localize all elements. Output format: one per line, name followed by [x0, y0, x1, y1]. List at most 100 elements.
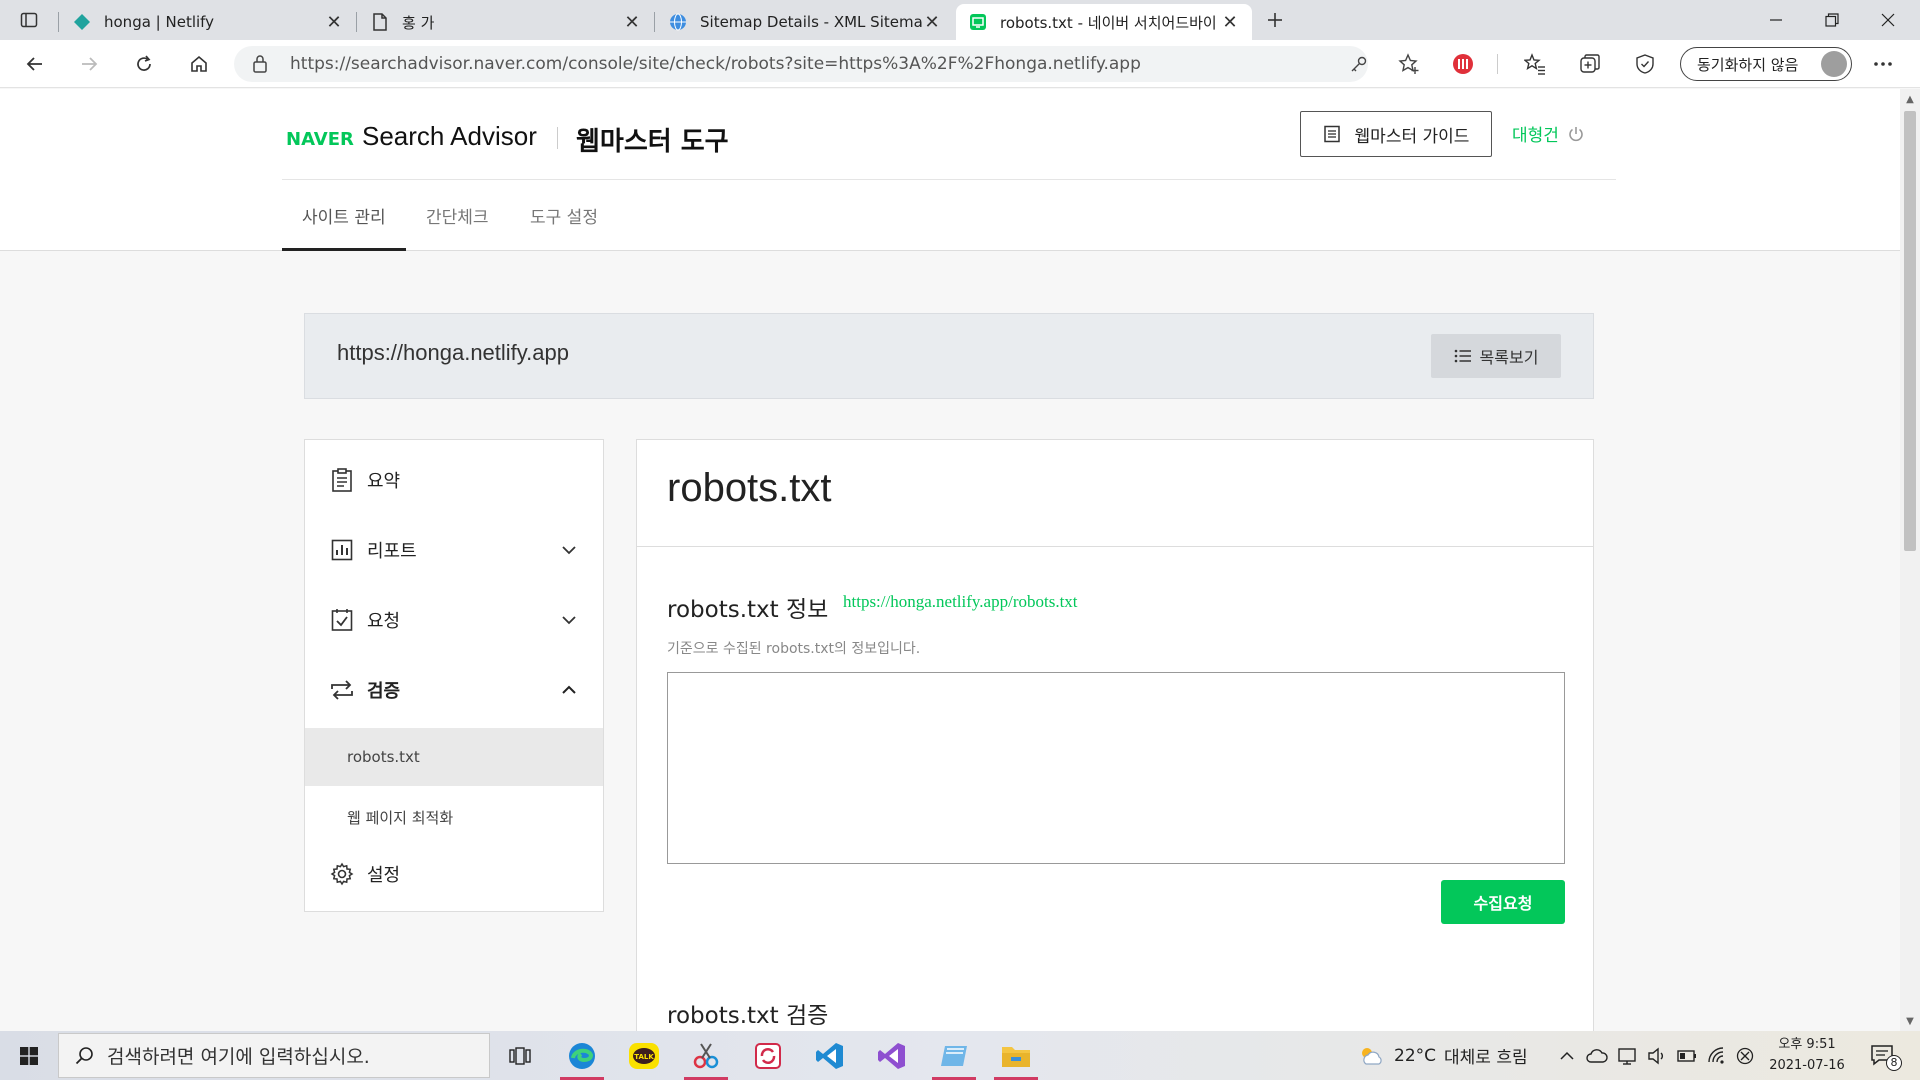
sidebar-subitem-web-optimization[interactable]: 웹 페이지 최적화	[305, 788, 603, 846]
sync-app-icon[interactable]	[740, 1031, 796, 1080]
restore-button[interactable]	[1804, 0, 1860, 40]
minimize-button[interactable]	[1748, 0, 1804, 40]
svg-text:TALK: TALK	[634, 1053, 654, 1061]
notification-count-badge: 8	[1886, 1055, 1902, 1071]
add-favorite-icon[interactable]	[1398, 53, 1420, 75]
close-icon[interactable]: ✕	[922, 12, 942, 33]
extension-icon[interactable]	[1446, 48, 1480, 80]
close-window-button[interactable]	[1860, 0, 1916, 40]
volume-icon[interactable]	[1646, 1045, 1668, 1067]
tab-actions-icon[interactable]	[12, 4, 46, 36]
chevron-down-icon[interactable]	[559, 610, 579, 630]
sync-label: 동기화하지 않음	[1697, 55, 1799, 74]
wifi-icon[interactable]	[1706, 1045, 1728, 1067]
address-bar[interactable]: https://searchadvisor.naver.com/console/…	[234, 46, 1419, 82]
sidebar-subitem-label: robots.txt	[347, 748, 420, 766]
browser-tab-page[interactable]: 홍 가 ✕	[358, 4, 654, 40]
chart-icon	[329, 537, 355, 563]
webmaster-tool-title[interactable]: 웹마스터 도구	[576, 121, 729, 158]
browser-essentials-icon[interactable]	[1628, 48, 1662, 80]
globe-icon	[668, 12, 688, 32]
close-icon[interactable]: ✕	[324, 12, 344, 33]
notepad-app-icon[interactable]	[926, 1031, 982, 1080]
browser-toolbar: https://searchadvisor.naver.com/console/…	[0, 40, 1920, 88]
naver-logo[interactable]: NAVER	[286, 129, 354, 150]
network-adapter-icon[interactable]	[1616, 1045, 1638, 1067]
file-explorer-app-icon[interactable]	[988, 1031, 1044, 1080]
system-clock[interactable]: 오후 9:51 2021-07-16	[1760, 1034, 1854, 1076]
sidebar-item-summary[interactable]: 요약	[305, 452, 603, 508]
site-header: NAVER Search Advisor 웹마스터 도구 웹마스터 가이드 대형…	[0, 89, 1900, 251]
close-icon[interactable]: ✕	[622, 12, 642, 33]
profile-sync-button[interactable]: 동기화하지 않음	[1680, 47, 1852, 81]
scroll-thumb[interactable]	[1904, 111, 1916, 551]
weather-icon[interactable]	[1358, 1045, 1384, 1067]
sidebar-item-verify[interactable]: 검증	[305, 662, 603, 718]
site-url: https://honga.netlify.app	[337, 340, 569, 365]
more-menu-icon[interactable]	[1866, 48, 1900, 80]
collections-icon[interactable]	[1573, 48, 1607, 80]
scroll-up-icon[interactable]: ▲	[1900, 91, 1920, 107]
power-icon[interactable]	[1567, 125, 1585, 143]
site-info-bar: https://honga.netlify.app 목록보기	[304, 313, 1594, 399]
favorites-icon[interactable]	[1518, 48, 1552, 80]
refresh-button[interactable]	[127, 48, 161, 80]
robots-content-box[interactable]	[667, 672, 1565, 864]
ime-icon[interactable]	[1734, 1045, 1756, 1067]
browser-tab-sitemap[interactable]: Sitemap Details - XML Sitemaps ✕	[656, 4, 954, 40]
new-tab-button[interactable]	[1258, 4, 1292, 36]
task-view-icon[interactable]	[492, 1031, 548, 1080]
browser-tab-robots[interactable]: robots.txt - 네이버 서치어드바이 ✕	[956, 4, 1252, 40]
tab-simple-check[interactable]: 간단체크	[426, 203, 489, 228]
product-name[interactable]: Search Advisor	[362, 121, 537, 152]
cloud-sync-icon[interactable]	[1586, 1045, 1608, 1067]
kakaotalk-app-icon[interactable]: TALK	[616, 1031, 672, 1080]
snipping-app-icon[interactable]	[678, 1031, 734, 1080]
clipboard-icon	[329, 467, 355, 493]
page-title: robots.txt	[667, 466, 832, 510]
chevron-down-icon[interactable]	[559, 540, 579, 560]
vscode-app-icon[interactable]	[802, 1031, 858, 1080]
user-menu[interactable]: 대형건	[1512, 121, 1585, 146]
url-text[interactable]: https://searchadvisor.naver.com/console/…	[290, 46, 1141, 82]
battery-icon[interactable]	[1676, 1045, 1698, 1067]
robots-link[interactable]: https://honga.netlify.app/robots.txt	[843, 592, 1078, 612]
lock-icon[interactable]	[252, 54, 268, 78]
forward-button[interactable]	[72, 48, 106, 80]
key-icon[interactable]	[1348, 53, 1370, 75]
edge-app-icon[interactable]	[554, 1031, 610, 1080]
sidebar-item-request[interactable]: 요청	[305, 592, 603, 648]
home-button[interactable]	[182, 48, 216, 80]
clock-date: 2021-07-16	[1769, 1058, 1845, 1073]
browser-tab-netlify[interactable]: honga | Netlify ✕	[60, 4, 356, 40]
page-icon	[370, 12, 390, 32]
list-view-button[interactable]: 목록보기	[1431, 334, 1561, 378]
tab-site-management[interactable]: 사이트 관리	[302, 203, 386, 228]
back-button[interactable]	[18, 48, 52, 80]
taskbar-search-input[interactable]: 검색하려면 여기에 입력하십시오.	[58, 1033, 490, 1078]
checkbox-icon	[329, 607, 355, 633]
avatar	[1821, 51, 1847, 77]
tab-tool-settings[interactable]: 도구 설정	[530, 203, 598, 228]
taskbar-search-placeholder: 검색하려면 여기에 입력하십시오.	[107, 1046, 370, 1068]
title-divider	[637, 546, 1593, 547]
search-icon	[75, 1046, 95, 1066]
sidebar-subitem-robots[interactable]: robots.txt	[305, 728, 603, 786]
page-scrollbar[interactable]: ▲ ▼	[1900, 89, 1920, 1031]
weather-condition[interactable]: 대체로 흐림	[1444, 1031, 1528, 1080]
scroll-down-icon[interactable]: ▼	[1900, 1013, 1920, 1029]
webmaster-guide-button[interactable]: 웹마스터 가이드	[1300, 111, 1492, 157]
netlify-icon	[72, 12, 92, 32]
chevron-up-icon[interactable]	[559, 680, 579, 700]
sidebar-item-report[interactable]: 리포트	[305, 522, 603, 578]
chevron-up-icon[interactable]	[1556, 1045, 1578, 1067]
sidebar-item-label: 요약	[367, 471, 401, 492]
notification-center-icon[interactable]: 8	[1868, 1045, 1902, 1071]
visual-studio-app-icon[interactable]	[864, 1031, 920, 1080]
sidebar-item-settings[interactable]: 설정	[305, 846, 603, 902]
collect-request-button[interactable]: 수집요청	[1441, 880, 1565, 924]
weather-temperature[interactable]: 22°C	[1394, 1031, 1436, 1080]
guide-label: 웹마스터 가이드	[1354, 126, 1470, 147]
close-icon[interactable]: ✕	[1220, 12, 1240, 33]
windows-start-button[interactable]	[0, 1031, 58, 1080]
